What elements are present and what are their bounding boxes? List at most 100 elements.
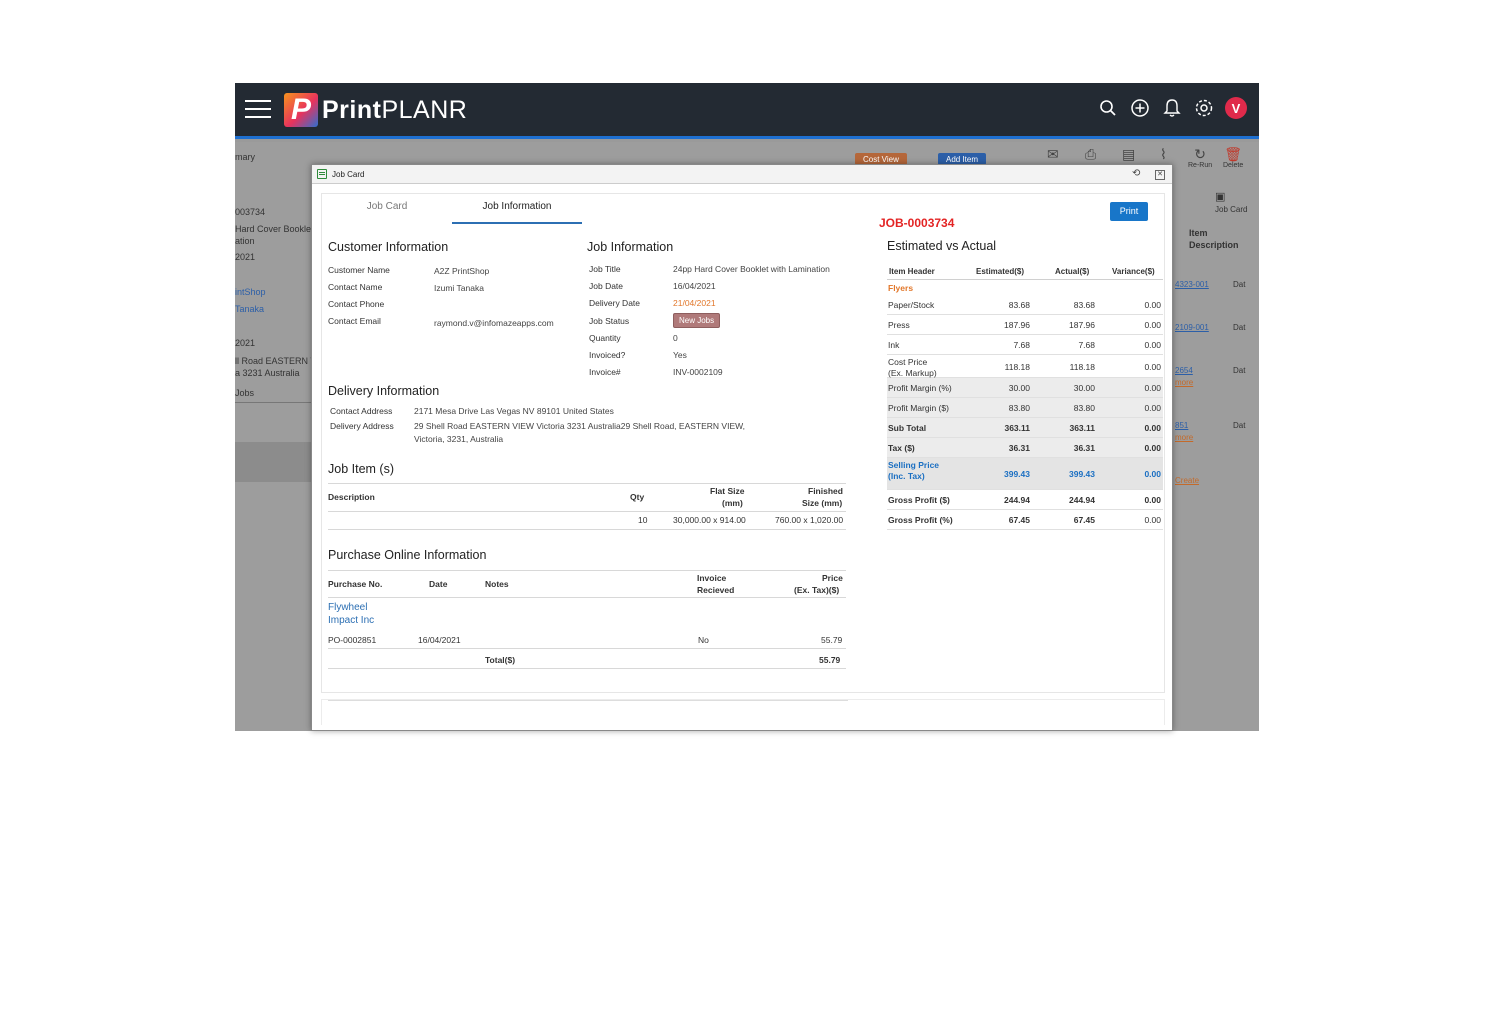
search-icon[interactable] <box>1097 97 1119 119</box>
estimate-row-label: Ink <box>888 340 900 350</box>
print-button[interactable]: Print <box>1110 202 1148 221</box>
item-qty: 10 <box>638 515 648 525</box>
estimate-row: Ink 7.68 7.68 0.00 <box>887 335 1163 355</box>
delivery-address-value: 29 Shell Road EASTERN VIEW Victoria 3231… <box>414 421 746 431</box>
estimate-row-label: Tax ($) <box>888 443 915 453</box>
supplier-link-cont[interactable]: Impact Inc <box>328 615 374 626</box>
item-finished-size: 760.00 x 1,020.00 <box>775 515 844 525</box>
bg-link[interactable]: 2654 <box>1175 366 1193 375</box>
col-invoice-recieved: Recieved <box>697 585 735 595</box>
delivery-address-label: Delivery Address <box>330 421 394 431</box>
estimate-row-actual: 187.96 <box>1069 320 1095 330</box>
divider <box>328 648 846 649</box>
estimate-row-estimated: 36.31 <box>1008 443 1030 453</box>
total-value: 55.79 <box>819 655 841 665</box>
printer-icon: ⎙ <box>1085 146 1097 162</box>
estimate-row-label: Press <box>888 320 910 330</box>
estimate-row-actual: 67.45 <box>1073 515 1095 525</box>
bg-link[interactable]: Tanaka <box>235 304 264 314</box>
divider <box>328 597 846 598</box>
background-right-column: ▣ Job Card Item Description 4323-001 210… <box>1173 142 1259 731</box>
quantity-value: 0 <box>673 333 678 343</box>
email-tool[interactable]: ✉ <box>1047 146 1059 162</box>
delivery-date-label: Delivery Date <box>589 298 641 308</box>
col-purchase-no: Purchase No. <box>328 579 383 589</box>
customer-name-value: A2Z PrintShop <box>434 266 490 276</box>
job-items-heading: Job Item (s) <box>328 462 394 476</box>
divider <box>328 668 846 669</box>
invoice-number-label: Invoice# <box>589 367 621 377</box>
estimate-row: Gross Profit (%) 67.45 67.45 0.00 <box>887 510 1163 530</box>
job-date-label: Job Date <box>589 281 624 291</box>
delivery-info-heading: Delivery Information <box>328 384 440 398</box>
avatar[interactable]: V <box>1225 97 1247 119</box>
bg-text: Hard Cover Booklet <box>235 224 314 234</box>
refresh-icon[interactable]: ⟲ <box>1132 168 1140 179</box>
job-date-value: 16/04/2021 <box>673 281 716 291</box>
job-status-label: Job Status <box>589 316 630 326</box>
top-nav-bar: P PrintPLANR V <box>235 83 1259 139</box>
bell-icon[interactable] <box>1161 97 1183 119</box>
category-flyers: Flyers <box>888 283 914 293</box>
menu-icon[interactable] <box>245 100 271 120</box>
estimate-category-row: Flyers <box>887 280 1163 295</box>
invoice-number-value: INV-0002109 <box>673 367 723 377</box>
col-finished-unit: Size (mm) <box>802 498 843 508</box>
col-qty: Qty <box>630 492 645 502</box>
tab-job-information[interactable]: Job Information <box>452 200 582 224</box>
estimate-row-variance: 0.00 <box>1144 515 1161 525</box>
col-description: Description <box>328 492 375 502</box>
estimate-row-variance: 0.00 <box>1144 495 1161 505</box>
col-notes: Notes <box>485 579 509 589</box>
estimate-row-estimated: 83.68 <box>1008 300 1030 310</box>
bg-text: Dat <box>1233 421 1246 430</box>
invoiced-label: Invoiced? <box>589 350 626 360</box>
estimate-row-variance: 0.00 <box>1144 403 1161 413</box>
job-info-heading: Job Information <box>587 240 674 254</box>
estimate-row-actual: 83.80 <box>1073 403 1095 413</box>
col-finished: Finished <box>808 486 843 496</box>
bg-link[interactable]: 4323-001 <box>1175 280 1209 289</box>
estimate-row-estimated: 363.11 <box>1004 423 1030 433</box>
contact-name-label: Contact Name <box>328 282 383 292</box>
estimate-row: Sub Total 363.11 363.11 0.00 <box>887 418 1163 438</box>
tab-job-card[interactable]: Job Card <box>332 200 442 224</box>
contact-name-value: Izumi Tanaka <box>434 283 484 293</box>
estimate-row-label: Paper/Stock <box>888 300 935 310</box>
print-tool[interactable]: ⎙ <box>1085 146 1096 162</box>
bg-link[interactable]: intShop <box>235 287 266 297</box>
bg-link[interactable]: 851 <box>1175 421 1188 430</box>
add-icon[interactable] <box>1129 97 1151 119</box>
bg-link[interactable]: 2109-001 <box>1175 323 1209 332</box>
customer-name-label: Customer Name <box>328 265 390 275</box>
job-card-icon[interactable]: ▣ <box>1215 190 1225 203</box>
col-estimated: Estimated($) <box>976 267 1025 276</box>
job-number: JOB-0003734 <box>879 216 955 230</box>
bg-text: 2021 <box>235 252 256 262</box>
supplier-link[interactable]: Flywheel <box>328 602 367 613</box>
estimate-row: Profit Margin (%) 30.00 30.00 0.00 <box>887 378 1163 398</box>
document-tool[interactable]: ▤ <box>1122 146 1135 162</box>
estimate-row-label: Gross Profit (%) <box>888 515 953 525</box>
logo-text: PrintPLANR <box>322 96 468 124</box>
estimate-row: Press 187.96 187.96 0.00 <box>887 315 1163 335</box>
col-invoice: Invoice <box>697 573 727 583</box>
bg-col-description: Description <box>1189 240 1239 250</box>
purchase-invoice-recieved: No <box>698 635 709 645</box>
bg-link[interactable]: Create <box>1175 476 1199 485</box>
gear-icon[interactable] <box>1193 97 1215 119</box>
estimate-row-actual: 363.11 <box>1069 423 1095 433</box>
bg-text: Jobs <box>235 388 311 403</box>
logo-icon: P <box>284 93 318 127</box>
bg-link[interactable]: more <box>1175 378 1193 387</box>
estimate-row-actual: 118.18 <box>1069 362 1095 372</box>
bg-text: a 3231 Australia <box>235 368 300 378</box>
attach-tool[interactable]: ⌇ <box>1160 146 1167 162</box>
estimate-row-label: Gross Profit ($) <box>888 495 950 505</box>
bg-link[interactable]: more <box>1175 433 1193 442</box>
bg-text: 003734 <box>235 207 266 217</box>
estimate-row: Cost Price (Ex. Markup) 118.18 118.18 0.00 <box>887 355 1163 378</box>
bg-text: ll Road EASTERN VI <box>235 356 320 366</box>
status-badge: New Jobs <box>673 313 721 328</box>
close-icon[interactable]: ✕ <box>1155 170 1165 180</box>
